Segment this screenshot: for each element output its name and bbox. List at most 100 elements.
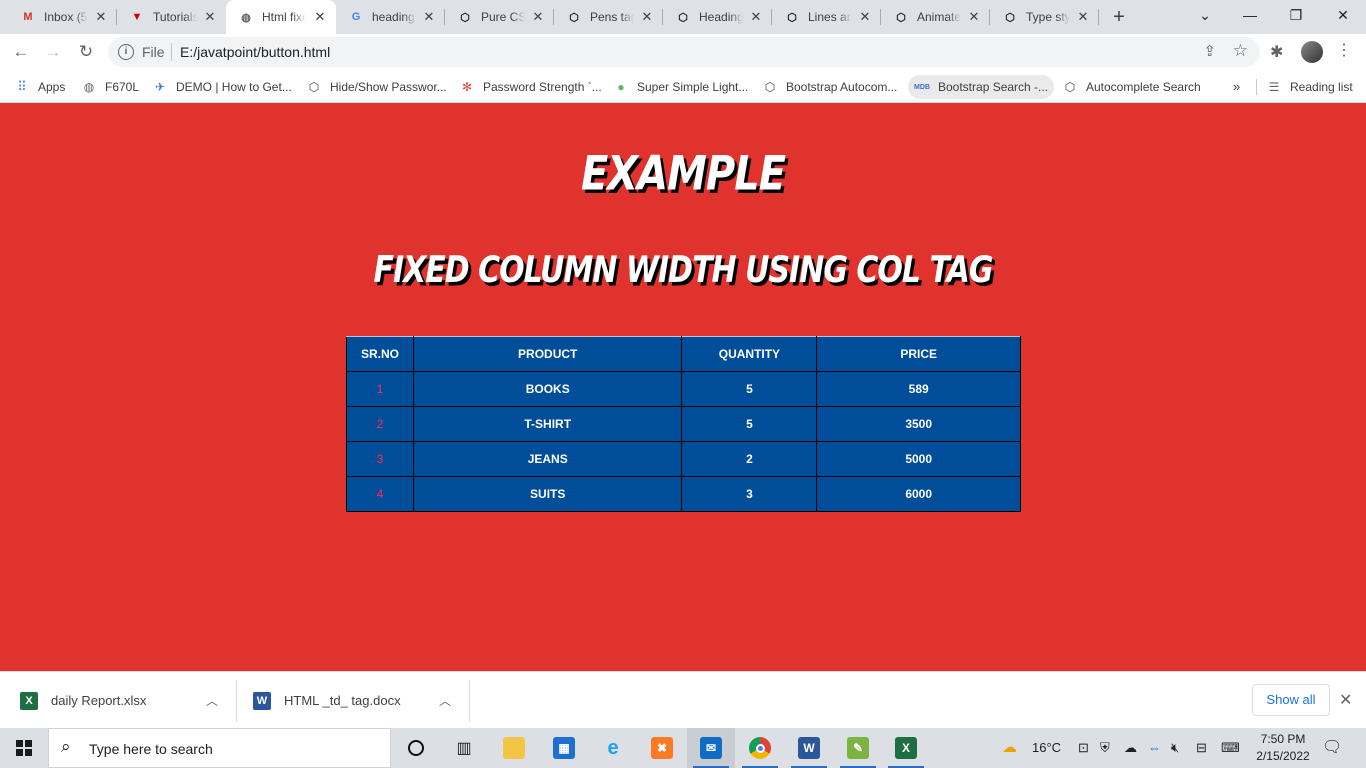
tab-title: Lines an... — [808, 10, 852, 24]
meet-now-icon[interactable]: ⊡ — [1078, 740, 1089, 756]
taskbar-excel[interactable]: X — [882, 728, 930, 768]
close-icon[interactable]: ✕ — [312, 9, 328, 25]
xampp-icon: ✖ — [651, 737, 673, 759]
forward-arrow-icon[interactable]: → — [40, 39, 66, 65]
taskbar-file-explorer[interactable] — [490, 728, 538, 768]
chevron-up-icon[interactable]: ︿ — [206, 692, 218, 709]
close-icon[interactable]: ✕ — [966, 9, 982, 25]
tab-inbox[interactable]: M Inbox (5... ✕ — [8, 0, 117, 34]
bookmark-star-icon[interactable]: ☆ — [1233, 41, 1248, 61]
teamviewer-icon[interactable]: ⇔ — [1148, 740, 1161, 755]
tab-tutorials[interactable]: ▼ Tutorials... ✕ — [117, 0, 226, 34]
codepen-icon: ⬡ — [678, 11, 688, 24]
table-row: 3 JEANS 2 5000 — [346, 441, 1021, 477]
tab-title: Pens tag... — [590, 10, 634, 24]
windows-logo-icon — [16, 740, 32, 756]
tab-pure-css[interactable]: ⬡ Pure CSS... ✕ — [445, 0, 554, 34]
onedrive-icon[interactable]: ☁ — [1124, 740, 1137, 756]
weather-icon[interactable]: ☁ — [1002, 738, 1017, 756]
notification-icon[interactable]: 🗨︎ — [1322, 737, 1342, 757]
chevron-up-icon[interactable]: ︿ — [439, 692, 451, 709]
network-icon[interactable]: ⊟ — [1196, 740, 1207, 756]
reading-list-label: Reading list — [1290, 80, 1353, 94]
table-cell: 3 — [681, 476, 818, 512]
close-icon[interactable]: ✕ — [639, 9, 655, 25]
cortana-button[interactable] — [392, 728, 440, 768]
reading-list-button[interactable]: ☰ Reading list — [1266, 75, 1353, 99]
close-icon[interactable]: ✕ — [530, 9, 546, 25]
restore-button[interactable]: ❐ — [1273, 0, 1319, 32]
close-icon[interactable]: ✕ — [748, 9, 764, 25]
taskbar-clock[interactable]: 7:50 PM 2/15/2022 — [1250, 731, 1316, 765]
bookmark-bootstrap-search[interactable]: MDB Bootstrap Search -... — [908, 75, 1055, 99]
start-button[interactable] — [0, 728, 48, 768]
new-tab-button[interactable]: + — [1108, 6, 1130, 28]
close-icon[interactable]: ✕ — [857, 9, 873, 25]
taskbar-store[interactable]: ▦ — [540, 728, 588, 768]
info-icon[interactable]: i — [118, 44, 134, 60]
close-icon[interactable]: ✕ — [421, 9, 437, 25]
download-filename: daily Report.xlsx — [51, 693, 147, 708]
keyboard-icon[interactable]: ⌨ — [1221, 740, 1240, 756]
taskbar-notepad[interactable]: ✎ — [834, 728, 882, 768]
download-item-docx[interactable]: W HTML _td_ tag.docx ︿ — [253, 672, 463, 729]
close-icon[interactable]: ✕ — [1339, 690, 1352, 710]
tab-heading[interactable]: ⬡ Heading... ✕ — [663, 0, 772, 34]
window-close-button[interactable]: ✕ — [1320, 0, 1366, 32]
search-placeholder: Type here to search — [89, 741, 213, 757]
bookmark-password-strength[interactable]: ✻ Password Strength `... — [459, 75, 602, 99]
minimize-button[interactable]: — — [1227, 0, 1273, 32]
taskbar-search-box[interactable]: ⌕ Type here to search — [48, 728, 391, 768]
tab-animate[interactable]: ⬡ Animate... ✕ — [881, 0, 990, 34]
weather-temperature[interactable]: 16°C — [1032, 740, 1061, 755]
tab-title: Type sty... — [1026, 10, 1070, 24]
download-bar: X daily Report.xlsx ︿ W HTML _td_ tag.do… — [0, 671, 1366, 728]
table-row: 1 BOOKS 5 589 — [346, 371, 1021, 407]
close-icon[interactable]: ✕ — [93, 9, 109, 25]
tab-html-fixed[interactable]: ◍ Html fixe... ✕ — [226, 0, 336, 34]
tab-lines[interactable]: ⬡ Lines an... ✕ — [772, 0, 881, 34]
close-icon[interactable]: ✕ — [1075, 9, 1091, 25]
table-cell: JEANS — [412, 441, 683, 477]
profile-avatar[interactable] — [1301, 41, 1323, 63]
bookmarks-overflow-chevron-icon[interactable]: » — [1233, 79, 1240, 94]
bookmark-f670l[interactable]: ◍ F670L — [81, 75, 139, 99]
tab-pens-tag[interactable]: ⬡ Pens tag... ✕ — [554, 0, 663, 34]
column-header-product: PRODUCT — [412, 336, 683, 372]
bookmark-demo[interactable]: ✈ DEMO | How to Get... — [152, 75, 292, 99]
download-item-xlsx[interactable]: X daily Report.xlsx ︿ — [20, 672, 230, 729]
reload-icon[interactable]: ↻ — [73, 39, 99, 65]
bookmark-hide-show[interactable]: ⬡ Hide/Show Passwor... — [306, 75, 447, 99]
close-icon[interactable]: ✕ — [202, 9, 218, 25]
taskbar-mail[interactable]: ✉ — [687, 728, 735, 768]
address-bar[interactable]: i File E:/javatpoint/button.html ⇪ ☆ — [108, 37, 1260, 67]
tab-title: Tutorials... — [153, 10, 197, 24]
share-icon[interactable]: ⇪ — [1203, 42, 1216, 60]
bookmark-label: Super Simple Light... — [637, 80, 749, 94]
extensions-puzzle-icon[interactable]: ✱ — [1270, 42, 1283, 62]
bookmark-apps[interactable]: ⠿ Apps — [14, 75, 65, 99]
security-icon[interactable]: ⛨ — [1100, 740, 1110, 756]
bookmark-bootstrap-autocomplete[interactable]: ⬡ Bootstrap Autocom... — [762, 75, 898, 99]
show-all-button[interactable]: Show all — [1252, 684, 1330, 716]
task-view-button[interactable]: ▥ — [440, 728, 488, 768]
excel-icon: X — [895, 737, 917, 759]
gmail-icon: M — [23, 11, 33, 23]
menu-kebab-icon[interactable]: ⋮ — [1336, 40, 1352, 60]
taskbar-xampp[interactable]: ✖ — [638, 728, 686, 768]
bookmark-super-simple[interactable]: ● Super Simple Light... — [613, 75, 748, 99]
volume-muted-icon[interactable]: 🔇︎ — [1171, 740, 1179, 756]
tutorials-icon: ▼ — [131, 11, 143, 23]
tab-heading-google[interactable]: G heading... ✕ — [336, 0, 445, 34]
url-text[interactable]: E:/javatpoint/button.html — [180, 44, 330, 60]
taskbar-chrome[interactable] — [736, 728, 784, 768]
table-cell: BOOKS — [412, 371, 683, 407]
tab-type-style[interactable]: ⬡ Type sty... ✕ — [990, 0, 1099, 34]
taskbar-word[interactable]: W — [785, 728, 833, 768]
tab-search-button[interactable]: ⌄ — [1182, 0, 1228, 32]
table-row: 2 T-SHIRT 5 3500 — [346, 406, 1021, 442]
bookmark-autocomplete-search[interactable]: ⬡ Autocomplete Search — [1062, 75, 1201, 99]
codepen-icon: ⬡ — [787, 11, 797, 24]
back-arrow-icon[interactable]: ← — [8, 39, 34, 65]
taskbar-internet-explorer[interactable]: e — [589, 728, 637, 768]
